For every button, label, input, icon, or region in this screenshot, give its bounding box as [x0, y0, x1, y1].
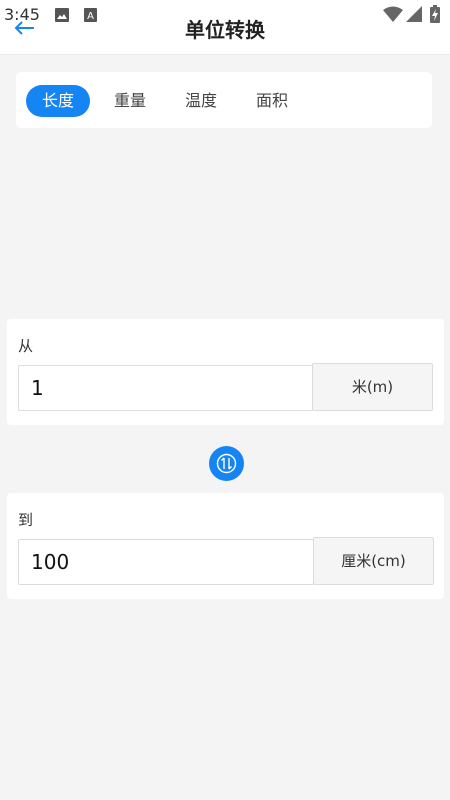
- tab-weight[interactable]: 重量: [102, 85, 158, 117]
- to-unit-select[interactable]: 厘米(cm): [313, 537, 434, 585]
- to-value-input[interactable]: 100: [18, 539, 314, 585]
- category-tabs: 长度 重量 温度 面积: [16, 72, 432, 128]
- tab-length[interactable]: 长度: [26, 85, 90, 117]
- svg-text:A: A: [87, 11, 94, 22]
- text-notification-icon: A: [84, 7, 97, 26]
- wifi-icon: [383, 6, 403, 26]
- battery-charging-icon: [430, 5, 440, 27]
- to-label: 到: [18, 511, 34, 529]
- tab-temperature[interactable]: 温度: [173, 85, 229, 117]
- from-unit-select[interactable]: 米(m): [312, 363, 433, 411]
- image-icon: [55, 7, 69, 26]
- swap-vertical-icon: [216, 453, 237, 474]
- tab-area[interactable]: 面积: [244, 85, 300, 117]
- swap-button[interactable]: [209, 446, 244, 481]
- from-label: 从: [18, 337, 34, 355]
- signal-icon: [406, 6, 422, 26]
- from-value-input[interactable]: 1: [18, 365, 313, 411]
- status-time: 3:45: [4, 5, 40, 24]
- from-card: 从 1 米(m): [7, 319, 444, 425]
- to-card: 到 100 厘米(cm): [7, 493, 444, 599]
